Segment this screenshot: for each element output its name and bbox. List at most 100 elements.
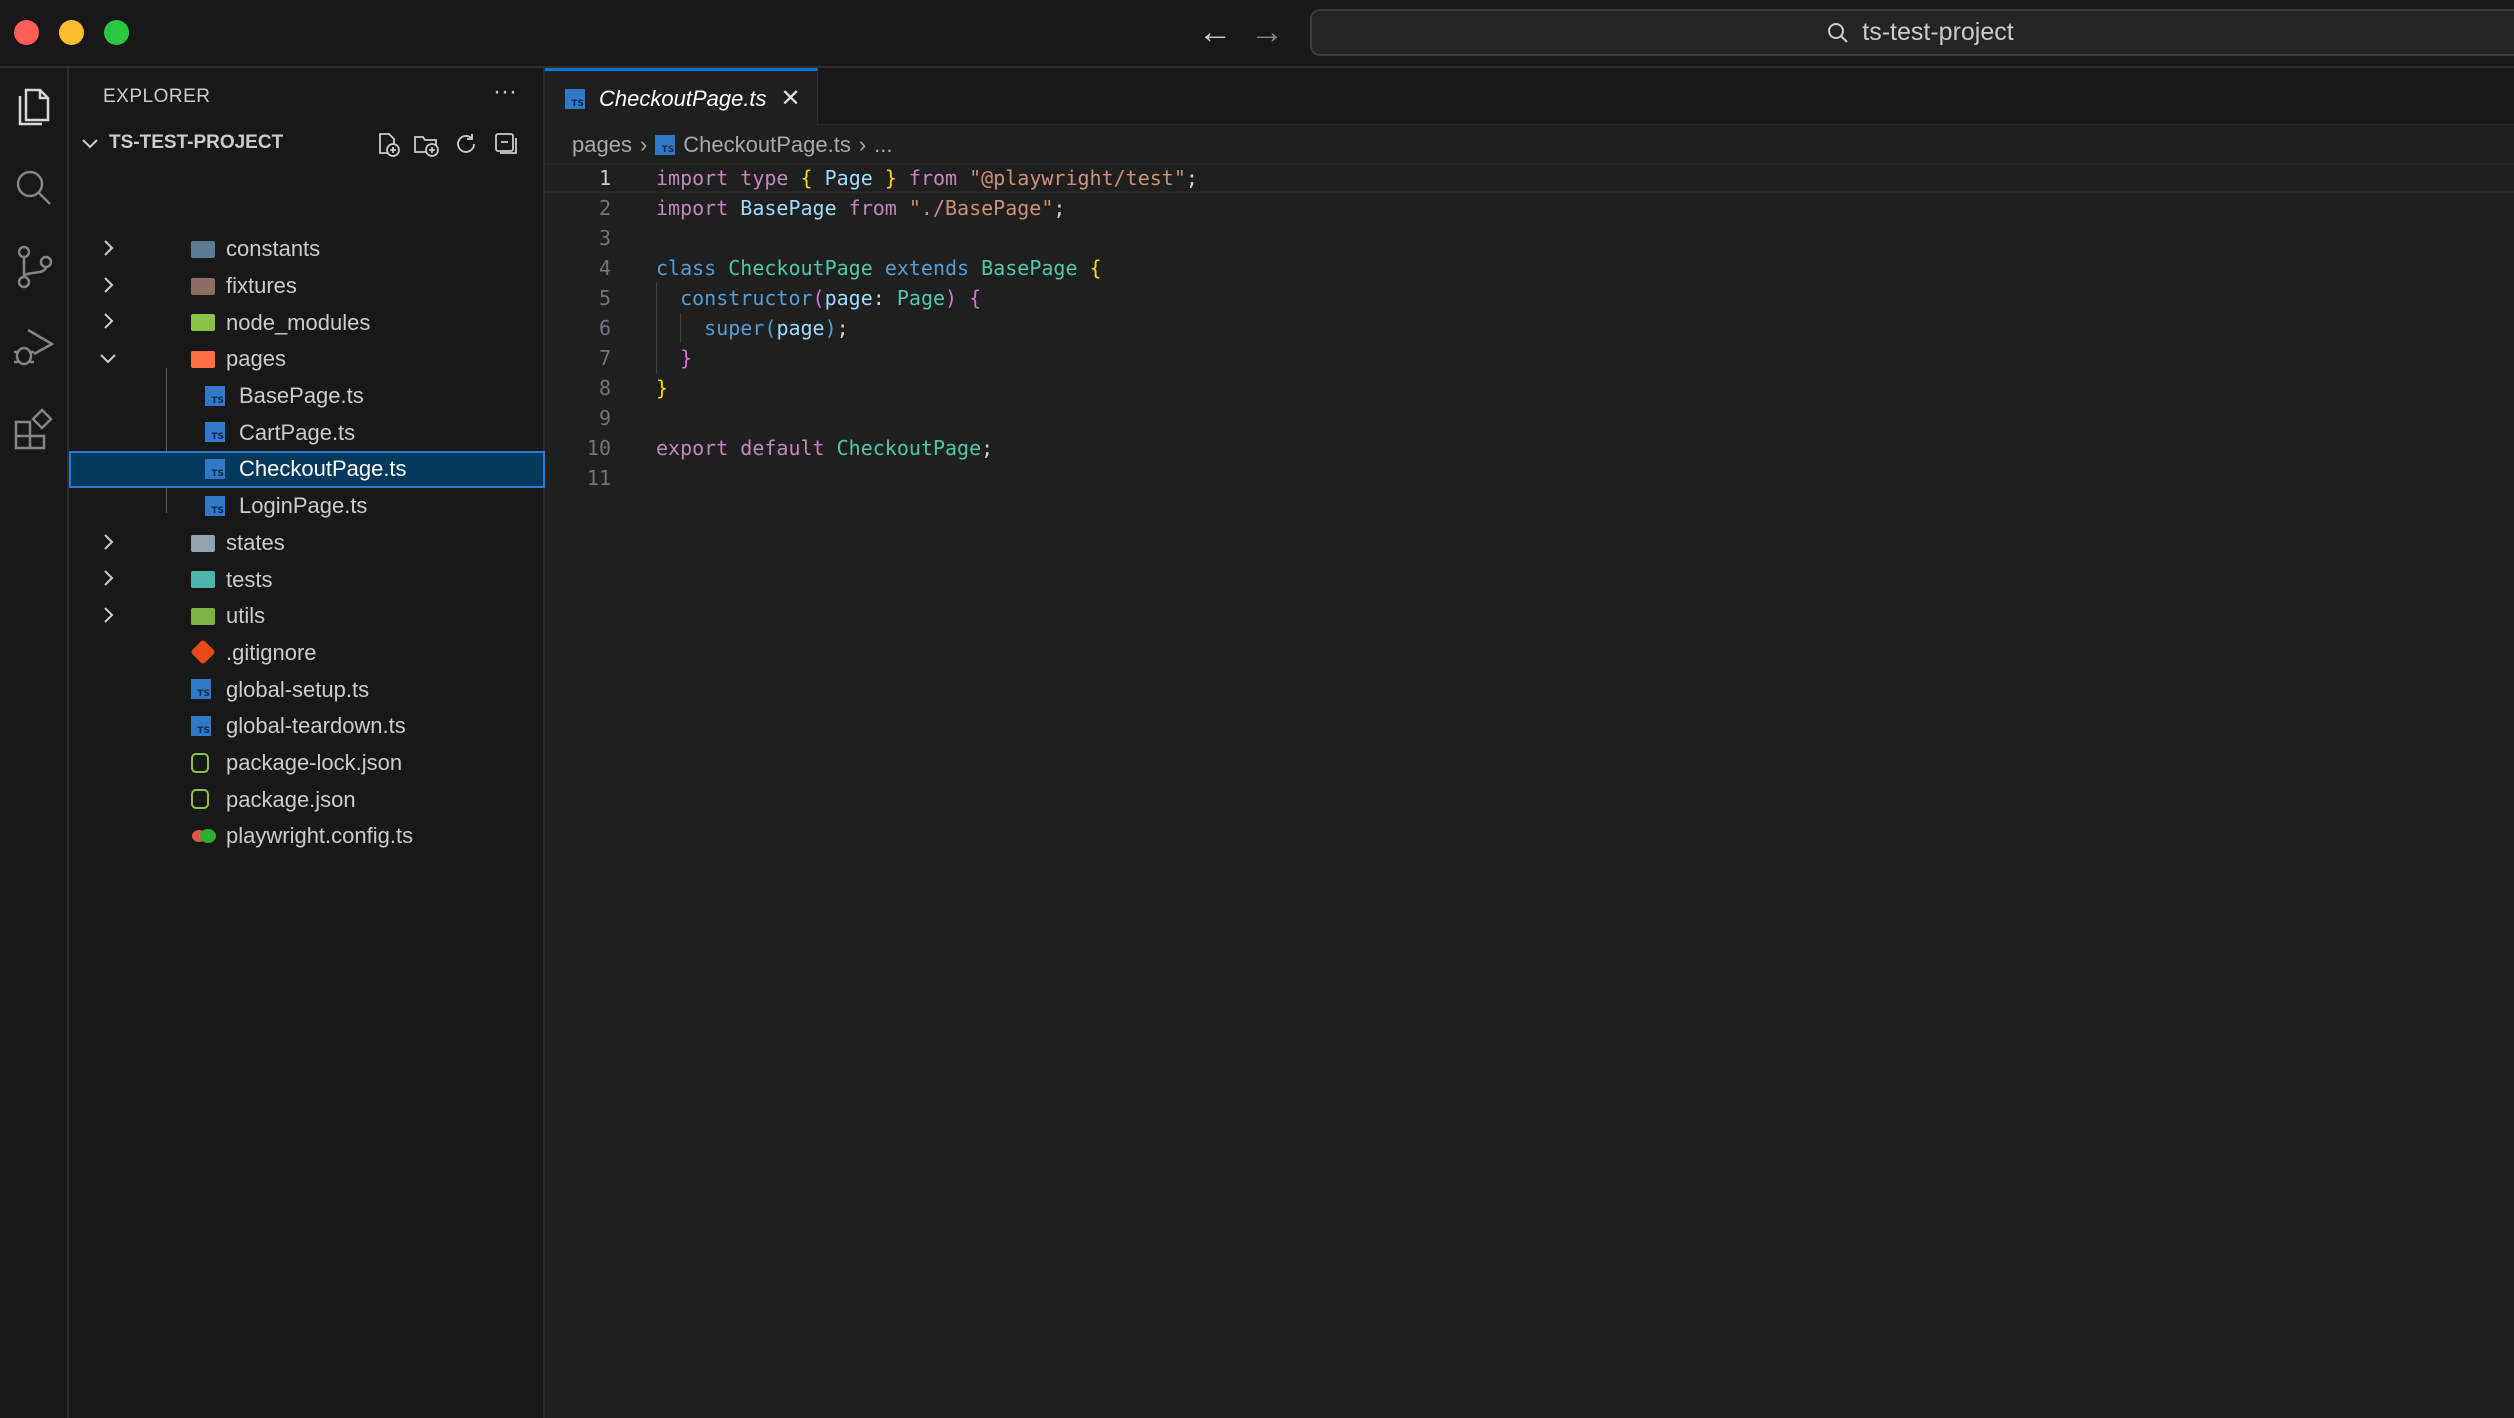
folder-fixtures-icon [191, 278, 215, 295]
line-number: 9 [545, 403, 611, 433]
folder-tests-icon [191, 571, 215, 588]
tree-item[interactable]: CartPage.ts [69, 414, 545, 451]
code-token: extends [885, 256, 969, 280]
search-icon [1826, 21, 1850, 45]
tree-item[interactable]: BasePage.ts [69, 378, 545, 415]
code-token [788, 166, 800, 190]
chevron-right-icon[interactable] [97, 567, 119, 589]
tree-item[interactable]: playwright.config.ts [69, 818, 545, 855]
tree-item-label: CartPage.ts [239, 420, 355, 446]
git-icon [190, 639, 215, 664]
search-icon[interactable] [10, 164, 58, 212]
folder-constants-icon [191, 241, 215, 258]
line-number: 3 [545, 223, 611, 253]
tree-item[interactable]: states [69, 525, 545, 562]
extensions-icon[interactable] [10, 404, 58, 452]
tree-item[interactable]: tests [69, 561, 545, 598]
chevron-right-icon[interactable] [97, 531, 119, 553]
breadcrumb-folder[interactable]: pages [572, 132, 632, 158]
folder-utils-icon [191, 608, 215, 625]
line-number: 4 [545, 253, 611, 283]
code-editor[interactable]: 1import type { Page } from "@playwright/… [545, 163, 2514, 493]
source-control-icon[interactable] [10, 242, 58, 290]
explorer-title: EXPLORER [103, 86, 210, 108]
tree-item[interactable]: node_modules [69, 304, 545, 341]
typescript-file-icon [565, 89, 585, 109]
chevron-right-icon[interactable] [97, 237, 119, 259]
new-folder-icon[interactable] [413, 131, 439, 157]
chevron-down-icon [79, 132, 101, 154]
tree-item[interactable]: global-setup.ts [69, 671, 545, 708]
code-token [656, 286, 680, 310]
back-arrow-icon[interactable]: ← [1198, 14, 1232, 50]
code-token: import [656, 166, 728, 190]
tree-item-label: package-lock.json [226, 750, 402, 776]
code-token: page [825, 286, 873, 310]
tree-item-label: LoginPage.ts [239, 493, 367, 519]
code-token [873, 256, 885, 280]
tree-item[interactable]: global-teardown.ts [69, 708, 545, 745]
tree-item[interactable]: package-lock.json [69, 745, 545, 782]
code-token: ) [825, 316, 837, 340]
breadcrumb-symbols[interactable]: ... [874, 132, 892, 158]
nodejs-icon [191, 789, 209, 809]
code-token: ( [764, 316, 776, 340]
code-line: 8} [545, 373, 2514, 403]
code-token: default [740, 436, 824, 460]
chevron-right-icon[interactable] [97, 604, 119, 626]
code-token [897, 196, 909, 220]
tree-item[interactable]: fixtures [69, 268, 545, 305]
code-token: : [873, 286, 897, 310]
tree-item[interactable]: CheckoutPage.ts [69, 451, 545, 488]
code-token: { [1090, 256, 1102, 280]
chevron-right-icon[interactable] [97, 274, 119, 296]
typescript-file-icon [205, 496, 225, 516]
code-token: ; [1053, 196, 1065, 220]
project-name: TS-TEST-PROJECT [109, 132, 283, 154]
command-center-search[interactable]: ts-test-project [1310, 9, 2514, 56]
code-token [716, 256, 728, 280]
close-window-button[interactable] [14, 20, 39, 45]
new-file-icon[interactable] [375, 131, 401, 157]
activity-bar [0, 68, 69, 1418]
more-actions-button[interactable]: ··· [493, 78, 517, 106]
code-token: } [885, 166, 897, 190]
code-token: type [740, 166, 788, 190]
chevron-right-icon[interactable] [97, 310, 119, 332]
code-token: CheckoutPage [837, 436, 982, 460]
close-tab-icon[interactable]: ✕ [781, 84, 801, 113]
code-token [825, 436, 837, 460]
code-token [957, 286, 969, 310]
run-debug-icon[interactable] [10, 322, 58, 370]
explorer-sidebar: EXPLORER ··· TS-TEST-PROJECT constantsfi… [69, 68, 545, 1418]
code-text: } [656, 373, 668, 403]
code-token: ; [837, 316, 849, 340]
tree-item[interactable]: .gitignore [69, 635, 545, 672]
explorer-files-icon[interactable] [10, 82, 58, 130]
code-token [1077, 256, 1089, 280]
chevron-down-icon[interactable] [97, 347, 119, 369]
code-text: super(page); [656, 313, 849, 343]
forward-arrow-icon[interactable]: → [1250, 14, 1284, 50]
code-token: ; [981, 436, 993, 460]
tree-item[interactable]: package.json [69, 781, 545, 818]
refresh-icon[interactable] [453, 131, 479, 157]
maximize-window-button[interactable] [104, 20, 129, 45]
tree-item[interactable]: LoginPage.ts [69, 488, 545, 525]
code-token: import [656, 196, 728, 220]
code-line: 9 [545, 403, 2514, 433]
code-token: "./BasePage" [909, 196, 1054, 220]
tree-item-label: global-teardown.ts [226, 713, 406, 739]
tree-item[interactable]: constants [69, 231, 545, 268]
collapse-all-icon[interactable] [493, 131, 519, 157]
breadcrumb-file[interactable]: CheckoutPage.ts [683, 132, 851, 158]
line-number: 2 [545, 193, 611, 223]
tab-checkoutpage[interactable]: CheckoutPage.ts ✕ [545, 68, 818, 126]
tree-item[interactable]: pages [69, 341, 545, 378]
code-token [656, 316, 704, 340]
minimize-window-button[interactable] [59, 20, 84, 45]
folder-node_modules-icon [191, 314, 215, 331]
project-header[interactable]: TS-TEST-PROJECT [69, 125, 545, 161]
code-token: ( [813, 286, 825, 310]
tree-item[interactable]: utils [69, 598, 545, 635]
